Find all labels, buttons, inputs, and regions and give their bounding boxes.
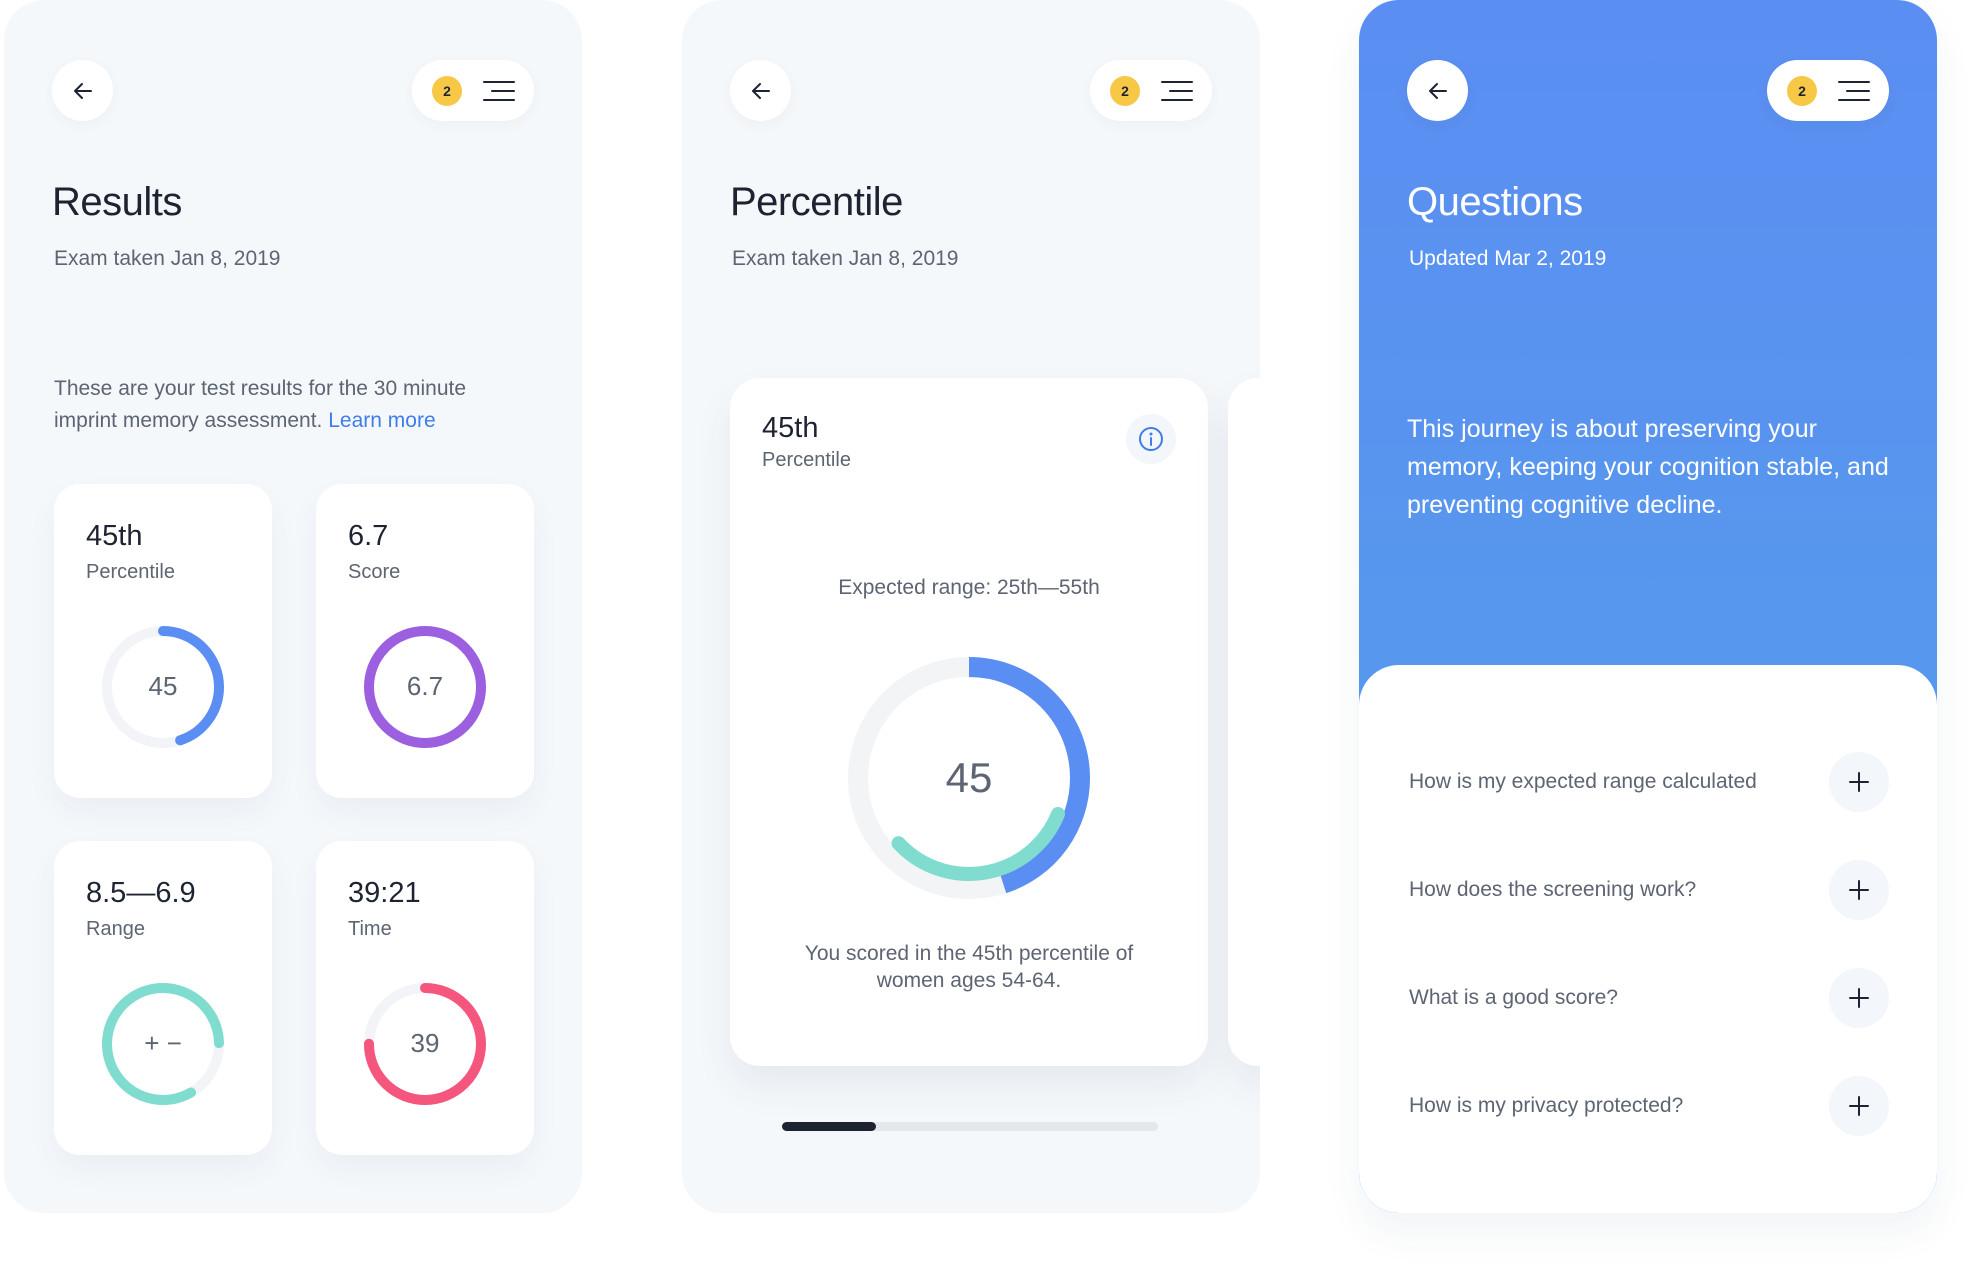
card-value: 45th [86,520,143,552]
notifications-menu-button[interactable]: 2 [412,60,534,121]
faq-item-screening[interactable]: How does the screening work? [1409,859,1889,921]
back-button[interactable] [730,60,791,121]
intro-text: These are your test results for the 30 m… [54,373,524,437]
carousel-progress [782,1122,1158,1131]
questions-screen: 2 Questions Updated Mar 2, 2019 This jou… [1359,0,1937,1213]
learn-more-link[interactable]: Learn more [328,409,435,432]
range-card[interactable]: 8.5—6.9 Range + − [54,841,272,1155]
arrow-left-icon [1428,82,1447,99]
card-value: 8.5—6.9 [86,877,196,909]
card-label: Percentile [86,561,175,583]
arrow-left-icon [73,82,92,99]
faq-item-privacy[interactable]: How is my privacy protected? [1409,1075,1889,1137]
faq-item-expected-range[interactable]: How is my expected range calculated [1409,751,1889,813]
back-button[interactable] [52,60,113,121]
top-bar: 2 [730,60,1212,121]
page-title: Percentile [730,180,903,224]
ring-value: + − [144,1028,182,1058]
time-card[interactable]: 39:21 Time 39 [316,841,534,1155]
page-subtitle: Exam taken Jan 8, 2019 [732,247,959,270]
faq-label: What is a good score? [1409,986,1618,1009]
back-button[interactable] [1407,60,1468,121]
arrow-left-icon [751,82,770,99]
ring-value: 45 [149,671,178,701]
ring-value: 39 [411,1028,440,1058]
time-ring: 39 [364,983,486,1105]
page-subtitle: Exam taken Jan 8, 2019 [54,247,281,270]
expand-button[interactable] [1829,1076,1889,1136]
card-value: 39:21 [348,877,421,909]
faq-item-good-score[interactable]: What is a good score? [1409,967,1889,1029]
range-ring: + − [102,983,224,1105]
plus-icon [1849,988,1869,1008]
card-label: Range [86,918,145,940]
faq-list: How is my expected range calculated How … [1359,665,1937,1213]
notifications-menu-button[interactable]: 2 [1090,60,1212,121]
expand-button[interactable] [1829,752,1889,812]
carousel-progress-fill [782,1122,876,1131]
percentile-ring: 45 [848,657,1090,899]
info-button[interactable] [1126,414,1176,464]
card-value: 45th [762,412,819,444]
score-card[interactable]: 6.7 Score 6.7 [316,484,534,798]
plus-icon [1849,1096,1869,1116]
notification-badge: 2 [1787,75,1817,106]
info-icon [1139,427,1163,451]
percentile-caption: You scored in the 45th percentile of wom… [804,942,1134,992]
plus-icon [1849,772,1869,792]
card-label: Percentile [762,449,851,471]
notification-badge: 2 [432,75,462,106]
card-label: Time [348,918,392,940]
menu-icon [1838,80,1870,101]
percentile-detail-card[interactable]: 45th Percentile Expected range: 25th—55t… [730,378,1208,1066]
notification-badge: 2 [1110,75,1140,106]
score-ring: 6.7 [364,626,486,748]
expand-button[interactable] [1829,860,1889,920]
page-subtitle: Updated Mar 2, 2019 [1409,247,1607,270]
expected-range: Expected range: 25th—55th [838,576,1100,599]
faq-label: How is my expected range calculated [1409,770,1757,793]
card-value: 6.7 [348,520,389,552]
percentile-screen: 2 Percentile Exam taken Jan 8, 2019 45th… [682,0,1260,1213]
menu-icon [483,80,515,101]
card-label: Score [348,561,401,583]
next-card-peek[interactable] [1228,378,1260,1066]
ring-value: 6.7 [407,671,443,701]
ring-value: 45 [946,754,993,801]
plus-icon [1849,880,1869,900]
percentile-ring: 45 [102,626,224,748]
expand-button[interactable] [1829,968,1889,1028]
page-title: Questions [1407,180,1583,224]
menu-icon [1161,80,1193,101]
page-title: Results [52,180,182,224]
top-bar: 2 [1407,60,1889,121]
intro-text: This journey is about preserving your me… [1407,415,1889,519]
percentile-card[interactable]: 45th Percentile 45 [54,484,272,798]
faq-label: How is my privacy protected? [1409,1094,1684,1117]
top-bar: 2 [52,60,534,121]
results-screen: 2 Results Exam taken Jan 8, 2019 These a… [4,0,582,1213]
faq-label: How does the screening work? [1409,878,1697,901]
notifications-menu-button[interactable]: 2 [1767,60,1889,121]
screens-showcase: 2 Results Exam taken Jan 8, 2019 These a… [0,0,1977,1280]
